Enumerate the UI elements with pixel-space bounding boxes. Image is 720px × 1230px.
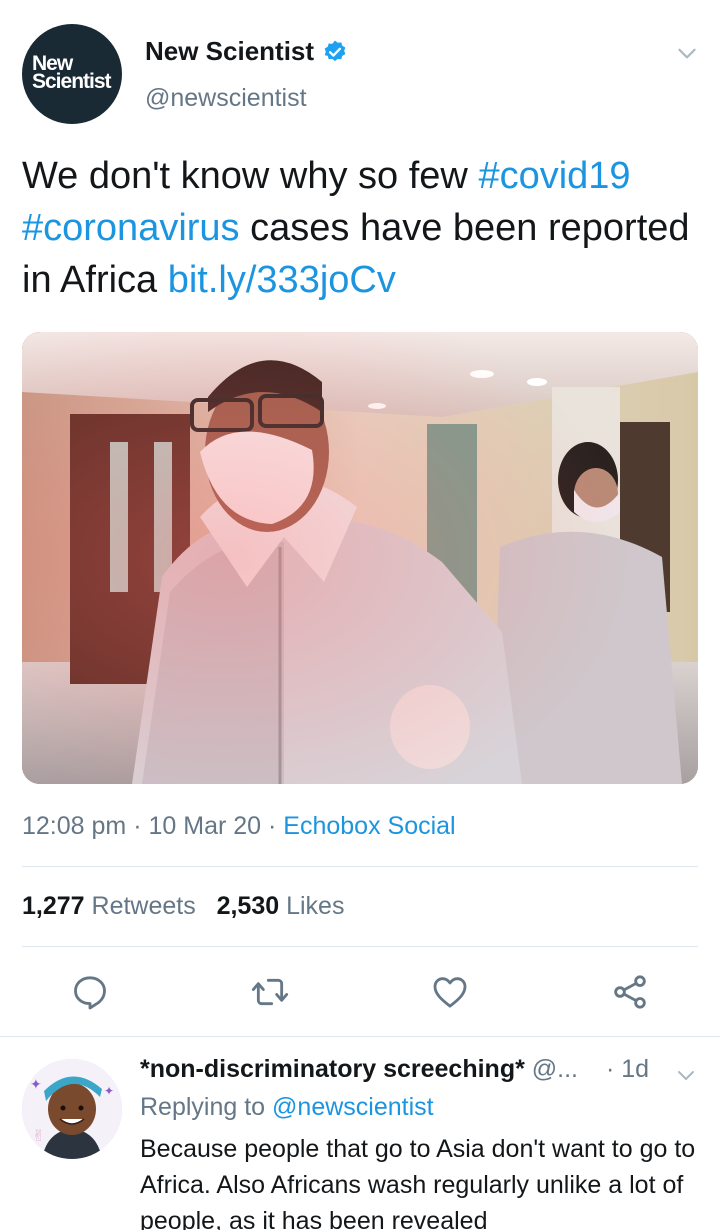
verified-badge-icon: [324, 40, 346, 61]
article-short-link[interactable]: bit.ly/333joCv: [168, 259, 396, 301]
reply-time: · 1d: [606, 1055, 650, 1083]
tweet-stats: 1,277 Retweets 2,530 Likes: [22, 892, 344, 921]
reply-author-row: *non-discriminatory screeching* @...: [140, 1055, 578, 1084]
tweet-text: We don't know why so few #covid19 #coron…: [22, 150, 702, 306]
tweet-meta: 12:08 pm · 10 Mar 20 · Echobox Social: [22, 812, 456, 841]
divider: [22, 946, 698, 947]
author-handle[interactable]: @newscientist: [145, 84, 307, 113]
chevron-down-icon[interactable]: [674, 40, 700, 66]
tweet-text-part-1: We don't know why so few: [22, 155, 479, 197]
photo-health-workers-ppe: [22, 332, 698, 784]
author-row: New Scientist: [145, 36, 348, 67]
replying-to-handle-link[interactable]: @newscientist: [272, 1093, 434, 1121]
avatar-logo-line2: Scientist: [32, 70, 112, 93]
reply-author-avatar[interactable]: ✦ ✦ ✌: [22, 1059, 122, 1159]
like-icon[interactable]: [430, 972, 470, 1012]
divider: [22, 866, 698, 867]
share-icon[interactable]: [610, 972, 650, 1012]
reply-text: Because people that go to Asia don't wan…: [140, 1135, 696, 1230]
replying-prefix: Replying to: [140, 1093, 273, 1121]
likes-count: 2,530: [216, 892, 280, 920]
retweets-stat[interactable]: 1,277 Retweets: [22, 892, 196, 920]
chevron-down-icon[interactable]: [674, 1063, 698, 1087]
reply-tweet[interactable]: ✦ ✦ ✌ *non-discriminatory screeching* @.…: [0, 1037, 720, 1230]
meta-separator: ·: [133, 812, 149, 840]
tweet-time: 12:08 pm: [22, 812, 127, 840]
reply-icon[interactable]: [70, 972, 110, 1012]
likes-label: Likes: [286, 892, 345, 920]
tweet-actions: [0, 962, 720, 1022]
svg-text:✦: ✦: [104, 1084, 114, 1098]
cartoon-avatar-icon: ✦ ✦ ✌: [22, 1059, 122, 1159]
new-scientist-avatar[interactable]: New Scientist: [22, 24, 122, 124]
svg-text:✦: ✦: [30, 1077, 42, 1093]
meta-separator: ·: [268, 812, 284, 840]
tweet-source-link[interactable]: Echobox Social: [283, 812, 455, 840]
replying-to: Replying to @newscientist: [140, 1093, 434, 1122]
likes-stat[interactable]: 2,530 Likes: [217, 892, 345, 920]
svg-text:✌: ✌: [32, 1126, 45, 1145]
reply-author-handle[interactable]: @...: [532, 1055, 578, 1083]
retweets-label: Retweets: [91, 892, 196, 920]
tweet-date: 10 Mar 20: [148, 812, 262, 840]
author-display-name[interactable]: New Scientist: [145, 36, 314, 67]
hashtag-covid19-link[interactable]: #covid19: [478, 155, 630, 197]
retweet-icon[interactable]: [250, 972, 290, 1012]
hashtag-coronavirus-link[interactable]: #coronavirus: [22, 207, 240, 249]
retweets-count: 1,277: [22, 892, 85, 920]
tweet-photo[interactable]: [22, 332, 698, 784]
reply-author-name[interactable]: *non-discriminatory screeching*: [140, 1055, 525, 1083]
